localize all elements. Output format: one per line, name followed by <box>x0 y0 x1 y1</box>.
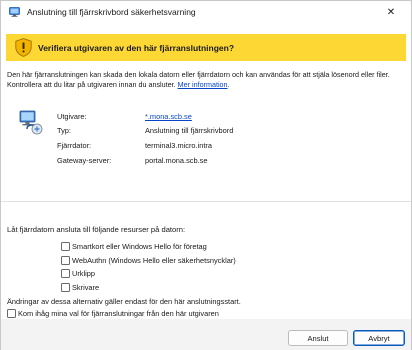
smartcard-checkbox[interactable]: Smartkort eller Windows Hello för företa… <box>61 242 207 251</box>
gateway-label: Gateway-server: <box>57 156 112 165</box>
cancel-button[interactable]: Avbryt <box>353 330 405 346</box>
printers-checkbox[interactable]: Skrivare <box>61 283 99 292</box>
connect-button[interactable]: Anslut <box>288 330 348 346</box>
remember-choices-checkbox[interactable]: Kom ihåg mina val för fjärranslutningar … <box>7 309 219 318</box>
warning-shield-icon <box>15 38 32 57</box>
title-bar: Anslutning till fjärrskrivbord säkerhets… <box>1 1 411 23</box>
remote-computer-label: Fjärrdator: <box>57 141 92 150</box>
gateway-value: portal.mona.scb.se <box>145 156 208 165</box>
checkbox-box[interactable] <box>7 309 16 318</box>
checkbox-box[interactable] <box>61 269 70 278</box>
checkbox-label: WebAuthn (Windows Hello eller säkerhetsn… <box>72 256 236 265</box>
section-divider <box>1 201 411 202</box>
resources-prompt: Låt fjärrdatorn ansluta till följande re… <box>7 225 186 234</box>
settings-note: Ändringar av dessa alternativ gäller end… <box>7 297 241 306</box>
window-title: Anslutning till fjärrskrivbord säkerhets… <box>27 7 196 17</box>
checkbox-label: Kom ihåg mina val för fjärranslutningar … <box>18 309 219 318</box>
close-icon: ✕ <box>386 6 396 18</box>
close-button[interactable]: ✕ <box>371 1 411 23</box>
checkbox-box[interactable] <box>61 242 70 251</box>
checkbox-label: Skrivare <box>72 283 100 292</box>
dialog-footer <box>1 319 411 350</box>
computer-icon <box>19 110 43 135</box>
checkbox-label: Smartkort eller Windows Hello för företa… <box>72 242 207 251</box>
checkbox-box[interactable] <box>61 283 70 292</box>
security-warning-dialog: Anslutning till fjärrskrivbord säkerhets… <box>0 0 412 350</box>
webauthn-checkbox[interactable]: WebAuthn (Windows Hello eller säkerhetsn… <box>61 256 236 265</box>
warning-description: Den här fjärranslutningen kan skada den … <box>7 70 390 89</box>
publisher-link[interactable]: *.mona.scb.se <box>145 112 192 121</box>
more-info-link[interactable]: Mer information <box>178 80 228 89</box>
publisher-label: Utgivare: <box>57 112 87 121</box>
type-value: Anslutning till fjärrskrivbord <box>145 126 234 135</box>
banner-heading: Verifiera utgivaren av den här fjärransl… <box>38 43 235 53</box>
clipboard-checkbox[interactable]: Urklipp <box>61 269 95 278</box>
remote-computer-value: terminal3.micro.intra <box>145 141 212 150</box>
checkbox-box[interactable] <box>61 256 70 265</box>
remote-desktop-icon <box>9 7 20 17</box>
warning-banner: Verifiera utgivaren av den här fjärransl… <box>6 34 406 61</box>
checkbox-label: Urklipp <box>72 269 95 278</box>
type-label: Typ: <box>57 126 71 135</box>
